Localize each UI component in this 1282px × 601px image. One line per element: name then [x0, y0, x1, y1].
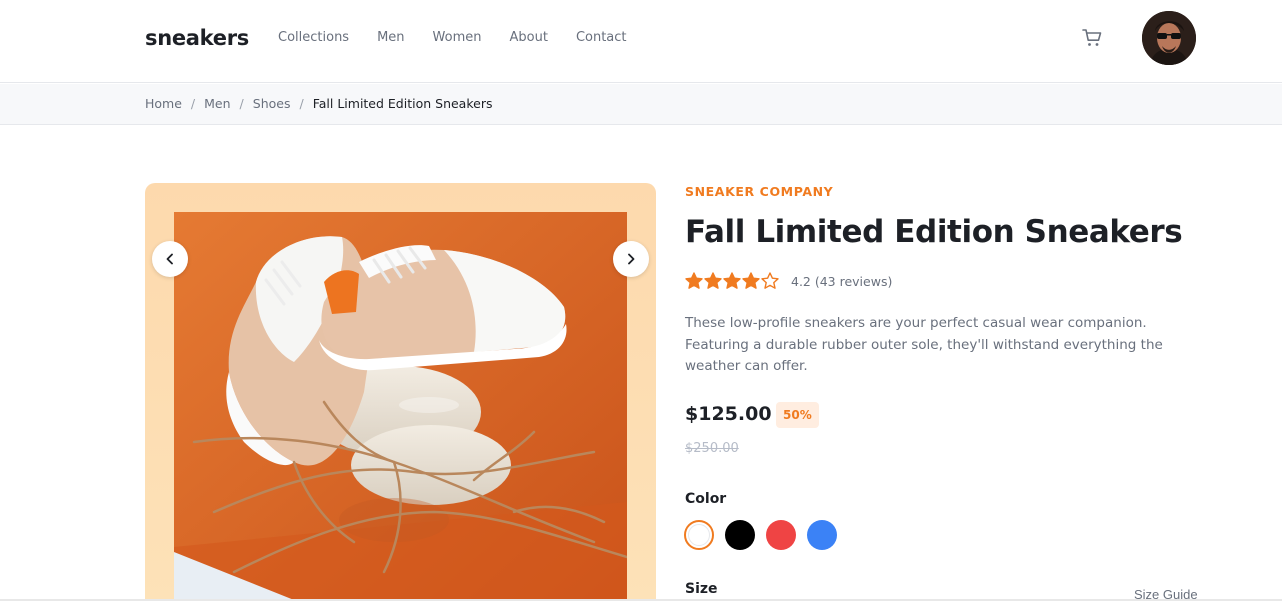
- breadcrumb-separator: /: [190, 96, 196, 111]
- breadcrumb-separator: /: [299, 96, 304, 111]
- rating-stars: [685, 272, 779, 290]
- product-brand: SNEAKER COMPANY: [685, 184, 834, 199]
- logo[interactable]: sneakers: [145, 26, 249, 50]
- star-empty-icon: [761, 272, 779, 289]
- breadcrumb-bar: Home / Men / Shoes / Fall Limited Editio…: [0, 84, 1282, 125]
- gallery-prev-button[interactable]: [152, 241, 188, 277]
- nav-collections[interactable]: Collections: [278, 30, 349, 45]
- rating-text[interactable]: 4.2 (43 reviews): [791, 274, 892, 289]
- breadcrumb-shoes[interactable]: Shoes: [253, 96, 291, 111]
- star-filled-icon: [742, 272, 760, 289]
- color-swatch-red[interactable]: [766, 520, 796, 550]
- nav-women[interactable]: Women: [433, 30, 482, 45]
- nav-men[interactable]: Men: [377, 30, 404, 45]
- star-filled-icon: [723, 272, 741, 289]
- color-label: Color: [685, 491, 727, 507]
- breadcrumb-current: Fall Limited Edition Sneakers: [312, 96, 493, 111]
- site-header: sneakers Collections Men Women About Con…: [0, 0, 1282, 83]
- color-swatch-blue[interactable]: [807, 520, 837, 550]
- breadcrumb-men[interactable]: Men: [204, 96, 230, 111]
- color-swatches: [684, 520, 837, 550]
- discount-badge: 50%: [776, 402, 819, 428]
- star-filled-icon: [704, 272, 722, 289]
- chevron-left-icon: [166, 253, 173, 265]
- breadcrumb-separator: /: [239, 96, 244, 111]
- star-filled-icon: [685, 272, 703, 289]
- nav-contact[interactable]: Contact: [576, 30, 627, 45]
- product-price: $125.00: [685, 403, 772, 425]
- user-avatar[interactable]: [1142, 11, 1196, 65]
- gallery-next-button[interactable]: [613, 241, 649, 277]
- original-price: $250.00: [685, 441, 739, 456]
- product-title: Fall Limited Edition Sneakers: [685, 214, 1183, 250]
- product-rating: 4.2 (43 reviews): [685, 272, 892, 290]
- color-swatch-white[interactable]: [684, 520, 714, 550]
- main-nav: Collections Men Women About Contact: [278, 30, 655, 45]
- breadcrumb: Home / Men / Shoes / Fall Limited Editio…: [145, 96, 492, 111]
- size-label: Size: [685, 581, 718, 597]
- product-gallery: [145, 183, 656, 601]
- color-swatch-black[interactable]: [725, 520, 755, 550]
- product-image: [174, 212, 627, 601]
- chevron-right-icon: [628, 253, 635, 265]
- nav-about[interactable]: About: [510, 30, 548, 45]
- product-description: These low-profile sneakers are your perf…: [685, 315, 1163, 374]
- breadcrumb-home[interactable]: Home: [145, 96, 182, 111]
- cart-icon[interactable]: [1081, 27, 1103, 49]
